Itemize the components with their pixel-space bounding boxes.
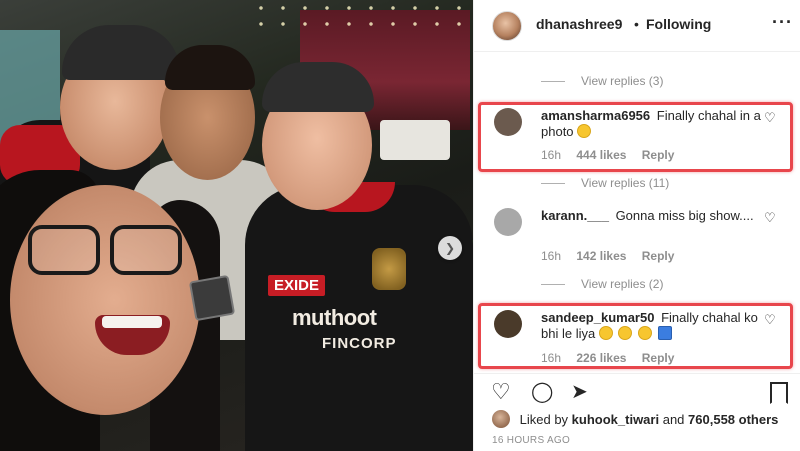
post-timestamp[interactable]: 16 HOURS AGO: [492, 435, 570, 446]
likes-prefix: Liked by: [519, 412, 569, 427]
likes-summary[interactable]: Liked by kuhook_tiwari and 760,558 other…: [492, 410, 778, 428]
view-replies-label: View replies (3): [581, 74, 664, 88]
reply-button[interactable]: Reply: [642, 351, 675, 365]
commenter-avatar[interactable]: [494, 108, 522, 136]
comment-meta: 16h 226 likes Reply: [541, 351, 686, 365]
author-username[interactable]: dhanashree9: [536, 16, 622, 32]
reply-button[interactable]: Reply: [642, 249, 675, 263]
comment-meta: 16h 444 likes Reply: [541, 148, 686, 162]
comment-likes[interactable]: 142 likes: [576, 249, 626, 263]
comment-text: amansharma6956 Finally chahal in a photo: [541, 108, 766, 140]
rofl-face-icon: [638, 326, 653, 340]
next-photo-button[interactable]: ❯: [438, 236, 462, 260]
laughing-face-icon: [618, 326, 633, 340]
jersey-sponsor-exide: EXIDE: [268, 275, 326, 296]
comment-time[interactable]: 16h: [541, 351, 561, 365]
mobile-phone: [188, 274, 236, 322]
separator-dot: •: [634, 16, 639, 32]
commenter-username[interactable]: karann.___: [541, 208, 609, 223]
person-3-cap: [262, 62, 374, 112]
view-replies-link[interactable]: View replies (3): [541, 74, 663, 88]
commenter-username[interactable]: sandeep_kumar50: [541, 310, 654, 325]
person-1-cap: [62, 25, 180, 80]
post-actions-bar: ♡ ◯ ➤: [474, 373, 800, 409]
string-lights: [250, 0, 470, 30]
person-2-hair: [165, 45, 255, 90]
laughing-face-icon: [598, 326, 613, 340]
jersey-sponsor-fincorp: FINCORP: [322, 335, 397, 352]
liker-username[interactable]: kuhook_tiwari: [572, 412, 659, 427]
commenter-username[interactable]: amansharma6956: [541, 108, 650, 123]
reply-divider-line: [541, 80, 565, 82]
bookmark-icon[interactable]: [770, 382, 788, 404]
person-4-face: [10, 185, 200, 415]
post-header: dhanashree9 • Following ···: [474, 0, 800, 52]
comment-like-heart-icon[interactable]: ♡: [764, 110, 776, 126]
grinning-face-icon: [577, 124, 592, 138]
reply-divider-line: [541, 182, 565, 184]
background-furniture: [380, 120, 450, 160]
comment-like-heart-icon[interactable]: ♡: [764, 312, 776, 328]
view-replies-link[interactable]: View replies (11): [541, 176, 669, 190]
heart-icon[interactable]: ♡: [491, 380, 511, 404]
comment-meta: 16h 142 likes Reply: [541, 249, 686, 263]
view-replies-label: View replies (11): [581, 176, 670, 190]
reply-divider-line: [541, 283, 565, 285]
liker-avatar: [492, 410, 510, 428]
comment-like-heart-icon[interactable]: ♡: [764, 210, 776, 226]
likes-others[interactable]: 760,558 others: [688, 412, 778, 427]
more-horizontal-icon[interactable]: ···: [772, 12, 793, 33]
post-photo[interactable]: EXIDE muthoot FINCORP ❯: [0, 0, 473, 451]
send-icon[interactable]: ➤: [571, 380, 588, 404]
post-sidebar: dhanashree9 • Following ··· View replies…: [473, 0, 800, 451]
likes-middle: and: [662, 412, 685, 427]
chevron-right-icon: ❯: [444, 241, 456, 255]
view-replies-label: View replies (2): [581, 277, 664, 291]
play-reverse-icon: [657, 326, 672, 340]
comment-icon[interactable]: ◯: [531, 380, 553, 404]
author-avatar[interactable]: [492, 11, 522, 41]
view-replies-link[interactable]: View replies (2): [541, 277, 663, 291]
comment-text: karann.___ Gonna miss big show....: [541, 208, 766, 224]
comment-likes[interactable]: 226 likes: [576, 351, 626, 365]
commenter-avatar[interactable]: [494, 208, 522, 236]
comment-likes[interactable]: 444 likes: [576, 148, 626, 162]
comment-text: sandeep_kumar50 Finally chahal ko bhi le…: [541, 310, 766, 342]
eyeglasses: [28, 225, 188, 280]
commenter-avatar[interactable]: [494, 310, 522, 338]
team-crest: [372, 248, 406, 290]
comment-time[interactable]: 16h: [541, 249, 561, 263]
comment-body: Gonna miss big show....: [615, 208, 754, 223]
comment-time[interactable]: 16h: [541, 148, 561, 162]
jersey-sponsor-muthoot: muthoot: [292, 305, 377, 330]
reply-button[interactable]: Reply: [642, 148, 675, 162]
person-4-teeth: [102, 316, 162, 328]
following-button[interactable]: Following: [646, 16, 711, 32]
